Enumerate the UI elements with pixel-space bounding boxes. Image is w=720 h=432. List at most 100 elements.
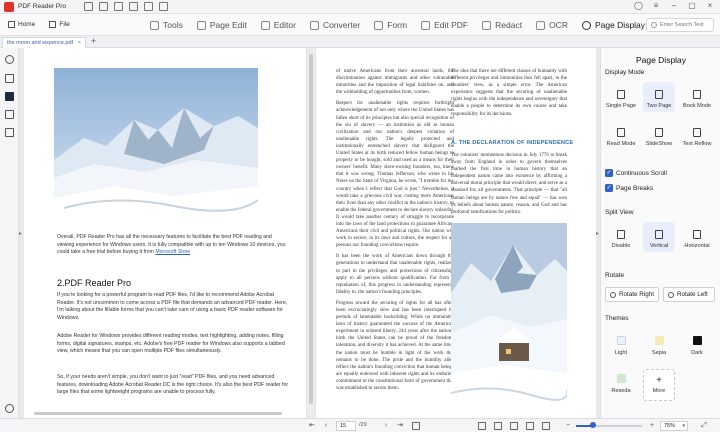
tab-tools[interactable]: Tools: [150, 20, 183, 30]
tab-page-edit[interactable]: Page Edit: [196, 20, 247, 30]
section-heading: A. THE DECLARATION OF INDEPENDENCE: [451, 140, 574, 146]
tab-page-display[interactable]: Page Display: [581, 20, 645, 30]
close-icon[interactable]: ×: [706, 2, 714, 10]
paragraph: Respect for unalienable rights requires …: [336, 101, 454, 249]
open-folder-icon[interactable]: [84, 2, 94, 11]
split-vertical-option[interactable]: Vertical: [643, 222, 675, 252]
theme-label: Light: [614, 350, 628, 356]
first-page-icon[interactable]: ⇤: [308, 422, 316, 430]
fit-page-icon[interactable]: [542, 422, 550, 430]
zoom-slider-handle[interactable]: [590, 422, 597, 428]
two-page-view-icon[interactable]: [494, 422, 502, 430]
snowy-cabin-image: [451, 223, 567, 413]
split-horizontal-option[interactable]: Horizontal: [681, 222, 713, 252]
single-page-view-icon[interactable]: [478, 422, 486, 430]
last-page-icon[interactable]: ⇥: [396, 422, 404, 430]
rotate-right-button[interactable]: Rotate Right: [605, 287, 659, 302]
book-mode-option[interactable]: Book Mode: [681, 82, 713, 112]
two-page-option[interactable]: Two Page: [643, 82, 675, 112]
theme-label: Reseda: [611, 388, 631, 394]
tab-label: Edit PDF: [434, 20, 469, 30]
theme-light[interactable]: Light: [605, 331, 637, 361]
text-icon[interactable]: [5, 92, 14, 101]
search-input[interactable]: [660, 22, 712, 28]
theme-reseda[interactable]: Reseda: [605, 369, 637, 399]
tab-label: Converter: [322, 20, 361, 30]
slideshow-option[interactable]: SlideShow: [643, 120, 675, 150]
search-icon: [651, 22, 657, 28]
zoom-in-icon[interactable]: +: [648, 422, 656, 430]
tab-label: Tools: [163, 20, 183, 30]
tab-editor[interactable]: Editor: [260, 20, 296, 30]
tab-ocr[interactable]: OCR: [536, 20, 568, 30]
text-reflow-option[interactable]: Text Reflow: [681, 120, 713, 150]
fit-width-icon[interactable]: [526, 422, 534, 430]
tab-edit-pdf[interactable]: Edit PDF: [421, 20, 468, 30]
option-label: Disable: [611, 243, 631, 249]
zoom-slider[interactable]: [576, 422, 642, 428]
save-icon[interactable]: [99, 2, 109, 11]
tab-form[interactable]: Form: [374, 20, 407, 30]
menu-icon[interactable]: ≡: [652, 2, 660, 10]
tab-converter[interactable]: Converter: [309, 20, 361, 30]
single-page-option[interactable]: Single Page: [605, 82, 637, 112]
redo-icon[interactable]: [159, 2, 169, 11]
user-icon[interactable]: ◯: [634, 2, 643, 10]
add-tab-button[interactable]: +: [91, 36, 96, 46]
checkmark-icon: ✓: [605, 184, 613, 192]
info-icon[interactable]: [5, 404, 14, 413]
share-icon[interactable]: [129, 2, 139, 11]
panel-title: Page Display: [635, 55, 687, 65]
file-button[interactable]: File: [49, 21, 70, 28]
theme-more-button[interactable]: + More: [643, 369, 675, 401]
outline-icon[interactable]: [5, 110, 14, 119]
thumbnails-icon[interactable]: [5, 74, 14, 83]
search-icon[interactable]: [5, 55, 14, 64]
document-tab-title: the moon and sixpence.pdf: [7, 40, 74, 46]
file-icon: [49, 21, 57, 28]
scrollbar-thumb[interactable]: [34, 412, 282, 415]
option-label: Single Page: [605, 103, 637, 109]
continuous-scroll-checkbox[interactable]: ✓ Continuous Scroll: [605, 169, 667, 177]
eye-icon: [581, 20, 591, 30]
horizontal-scrollbar[interactable]: [26, 410, 306, 416]
paragraph: The idea that there are different classe…: [451, 69, 567, 117]
form-icon: [374, 20, 384, 30]
tab-label: Form: [387, 20, 408, 30]
tab-label: Page Edit: [209, 20, 247, 30]
app-name: PDF Reader Pro: [18, 3, 67, 10]
collapse-left-icon[interactable]: ▸: [19, 230, 23, 242]
vertical-scrollbar[interactable]: [307, 48, 315, 418]
split-view-heading: Split View: [605, 209, 634, 216]
read-mode-option[interactable]: Read Mode: [605, 120, 637, 150]
main-toolbar: Home File Tools Page Edit Editor Convert…: [0, 14, 720, 36]
split-disable-option[interactable]: Disable: [605, 222, 637, 252]
rotate-right-icon: [610, 291, 616, 298]
maximize-icon[interactable]: ▢: [688, 2, 696, 10]
scrollbar-thumb[interactable]: [309, 54, 313, 404]
page-display-panel: Page Display Display Mode Single Page Tw…: [600, 48, 720, 418]
book-view-icon[interactable]: [510, 422, 518, 430]
tab-redact[interactable]: Redact: [482, 20, 522, 30]
checkbox-label: Continuous Scroll: [616, 169, 667, 177]
microsoft-store-link[interactable]: Microsoft Store: [155, 249, 190, 255]
fullscreen-icon[interactable]: ⤢: [700, 422, 708, 430]
rotate-left-button[interactable]: Rotate Left: [663, 287, 715, 302]
home-button[interactable]: Home: [8, 21, 35, 28]
zoom-out-icon[interactable]: −: [564, 422, 572, 430]
page-number-input[interactable]: 15: [336, 421, 356, 431]
previous-page-icon[interactable]: ‹: [322, 422, 330, 430]
page-breaks-checkbox[interactable]: ✓ Page Breaks: [605, 184, 653, 192]
theme-sepia[interactable]: Sepia: [643, 331, 675, 361]
print-icon[interactable]: [114, 2, 124, 11]
zoom-select[interactable]: 75%: [660, 421, 688, 431]
page-view-icon[interactable]: [412, 422, 420, 430]
document-tab[interactable]: the moon and sixpence.pdf ×: [2, 37, 86, 48]
theme-dark[interactable]: Dark: [681, 331, 713, 361]
bookmark-icon[interactable]: [5, 128, 14, 137]
undo-icon[interactable]: [144, 2, 154, 11]
next-page-icon[interactable]: ›: [382, 422, 390, 430]
document-viewer[interactable]: Overall, PDF Reader Pro has all the nece…: [24, 48, 596, 418]
close-tab-icon[interactable]: ×: [78, 40, 81, 46]
minimize-icon[interactable]: –: [670, 2, 678, 10]
